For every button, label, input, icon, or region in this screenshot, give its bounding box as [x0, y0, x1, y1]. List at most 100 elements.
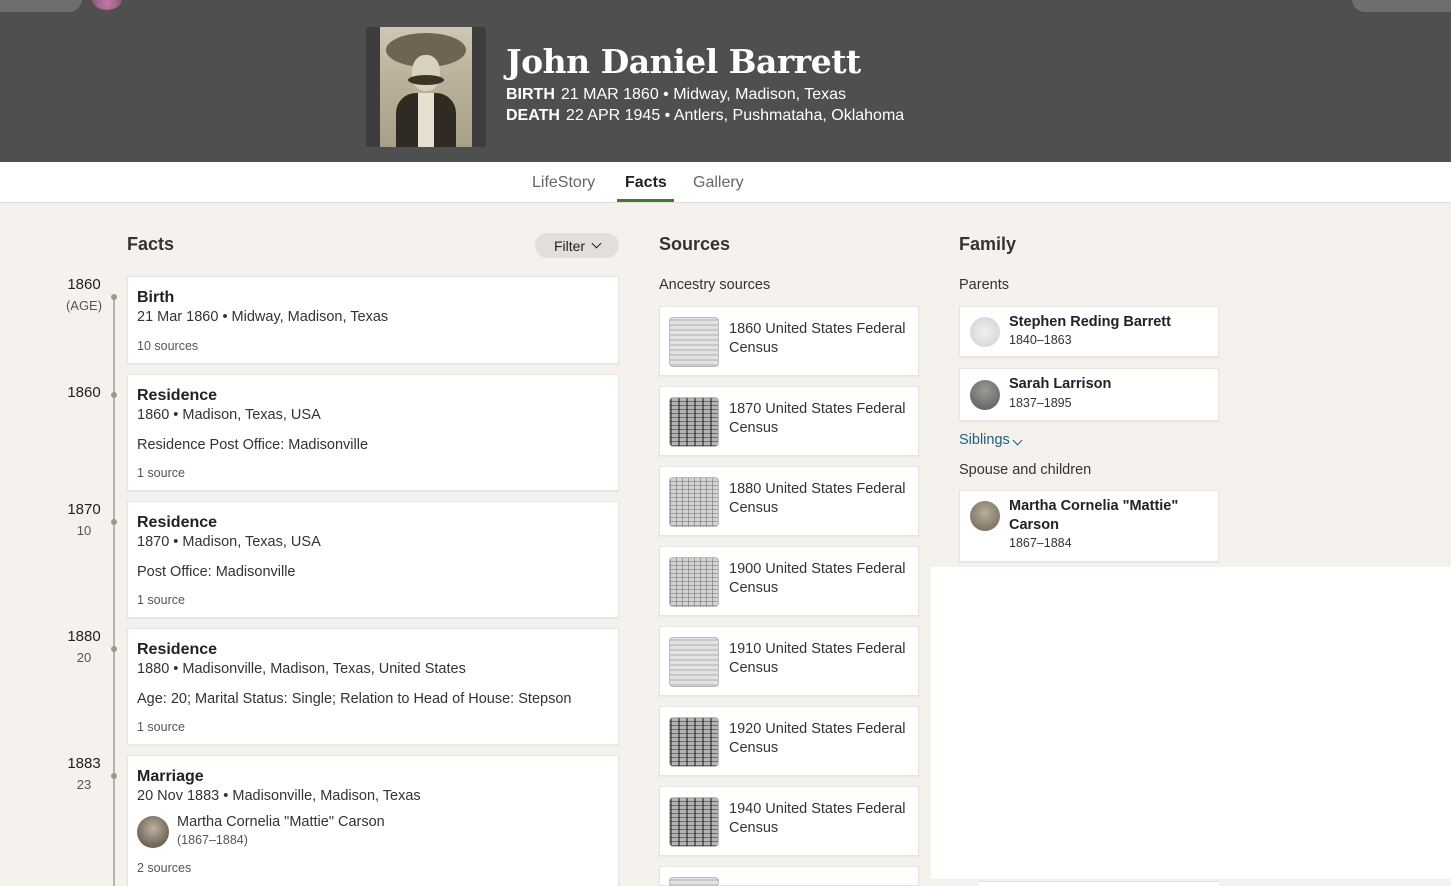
fact-date-place: 1870 • Madison, Texas, USA — [137, 534, 321, 550]
parent-card[interactable]: Sarah Larrison 1837–1895 — [959, 368, 1219, 421]
fact-card-residence[interactable]: Residence 1870 • Madison, Texas, USA Pos… — [127, 501, 619, 618]
parent-dates: 1837–1895 — [1009, 396, 1072, 410]
census-record-thumbnail — [669, 477, 719, 527]
timeline-dot — [111, 773, 117, 779]
death-summary: DEATH 22 APR 1945 • Antlers, Pushmataha, … — [506, 107, 904, 125]
fact-detail: Residence Post Office: Madisonville — [137, 437, 369, 453]
census-record-thumbnail — [669, 317, 719, 367]
chevron-down-icon — [1012, 435, 1023, 446]
source-card[interactable]: 1870 United States Federal Census — [659, 386, 919, 456]
timeline-dot — [111, 646, 117, 652]
source-title: 1860 United States Federal Census — [729, 321, 906, 356]
fact-card-marriage[interactable]: Marriage 20 Nov 1883 • Madisonville, Mad… — [127, 755, 619, 886]
spouse-dates: (1867–1884) — [177, 833, 248, 847]
birth-label: BIRTH — [506, 86, 555, 103]
fact-source-count[interactable]: 10 sources — [137, 339, 198, 353]
timeline-year: 1880 — [67, 628, 101, 645]
spouse-link[interactable]: Martha Cornelia "Mattie" Carson — [177, 814, 385, 830]
timeline-year: 1860 — [67, 384, 101, 401]
tab-bar: LifeStory Facts Gallery — [0, 162, 1451, 203]
fact-detail: Age: 20; Marital Status: Single; Relatio… — [137, 691, 572, 707]
fact-date-place: 21 Mar 1860 • Midway, Madison, Texas — [137, 309, 389, 325]
birth-value: 21 MAR 1860 • Midway, Madison, Texas — [560, 86, 847, 103]
source-card[interactable]: 1920 United States Federal Census — [659, 706, 919, 776]
source-title: 1880 United States Federal Census — [729, 481, 906, 516]
parent-avatar — [970, 380, 1000, 410]
fact-source-count[interactable]: 1 source — [137, 593, 185, 607]
timeline-age: 23 — [76, 777, 92, 792]
source-title: 1910 United States Federal Census — [729, 641, 906, 676]
filter-label: Filter — [553, 237, 586, 254]
spouse-name: Martha Cornelia "Mattie" Carson — [1009, 498, 1179, 533]
timeline-dot — [111, 519, 117, 525]
timeline-dot — [111, 392, 117, 398]
census-record-thumbnail — [669, 877, 719, 886]
fact-source-count[interactable]: 2 sources — [137, 861, 191, 875]
fact-source-count[interactable]: 1 source — [137, 720, 185, 734]
census-record-thumbnail — [669, 637, 719, 687]
fact-date-place: 20 Nov 1883 • Madisonville, Madison, Tex… — [137, 788, 421, 804]
profile-photo[interactable] — [366, 27, 486, 147]
siblings-label: Siblings — [959, 432, 1010, 448]
timeline-age: 10 — [76, 523, 92, 538]
search-button[interactable] — [0, 0, 82, 12]
timeline-year: 1883 — [67, 755, 101, 772]
source-card[interactable]: 1860 United States Federal Census — [659, 306, 919, 376]
source-title: 1900 United States Federal Census — [729, 561, 906, 596]
parent-avatar — [970, 317, 1000, 347]
fact-detail: Post Office: Madisonville — [137, 564, 296, 580]
sources-title: Sources — [659, 234, 731, 254]
siblings-toggle[interactable]: Siblings — [959, 432, 1023, 448]
spouse-card[interactable]: Martha Cornelia "Mattie" Carson 1867–188… — [959, 490, 1219, 562]
chevron-down-icon — [591, 238, 602, 249]
fact-title: Residence — [137, 387, 218, 404]
family-title: Family — [959, 234, 1017, 254]
fact-card-birth[interactable]: Birth 21 Mar 1860 • Midway, Madison, Tex… — [127, 276, 619, 364]
fact-card-residence[interactable]: Residence 1860 • Madison, Texas, USA Res… — [127, 374, 619, 491]
user-avatar[interactable] — [92, 0, 122, 10]
parent-name: Sarah Larrison — [1009, 376, 1112, 392]
death-value: 22 APR 1945 • Antlers, Pushmataha, Oklah… — [565, 107, 905, 124]
source-card[interactable]: 1940 United States Federal Census — [659, 786, 919, 856]
fact-title: Residence — [137, 641, 218, 658]
timeline-age: (AGE) — [65, 298, 103, 313]
spouse-avatar — [970, 501, 1000, 531]
source-card[interactable] — [659, 866, 919, 886]
tab-gallery[interactable]: Gallery — [693, 174, 744, 192]
parent-dates: 1840–1863 — [1009, 333, 1072, 347]
spouse-avatar[interactable] — [137, 816, 169, 848]
person-name: John Daniel Barrett — [506, 42, 861, 81]
search-button-right[interactable] — [1352, 0, 1451, 12]
timeline-age: 20 — [76, 650, 92, 665]
timeline-year: 1870 — [67, 501, 101, 518]
parent-card[interactable]: Stephen Reding Barrett 1840–1863 — [959, 306, 1219, 357]
family-card-partial — [979, 881, 1219, 886]
facts-title: Facts — [127, 234, 175, 254]
blank-overlay-panel — [931, 567, 1451, 879]
timeline-dot — [111, 294, 117, 300]
tab-lifestory[interactable]: LifeStory — [532, 174, 595, 192]
fact-source-count[interactable]: 1 source — [137, 466, 185, 480]
person-header: John Daniel Barrett BIRTH 21 MAR 1860 • M… — [0, 0, 1451, 162]
tab-facts[interactable]: Facts — [625, 174, 667, 192]
portrait-image — [380, 27, 472, 147]
death-label: DEATH — [506, 107, 560, 124]
timeline-line — [113, 296, 115, 886]
fact-date-place: 1860 • Madison, Texas, USA — [137, 407, 321, 423]
spouse-children-label: Spouse and children — [959, 462, 1092, 478]
timeline-year: 1860 — [67, 276, 101, 293]
fact-card-residence[interactable]: Residence 1880 • Madisonville, Madison, … — [127, 628, 619, 745]
source-card[interactable]: 1910 United States Federal Census — [659, 626, 919, 696]
fact-date-place: 1880 • Madisonville, Madison, Texas, Uni… — [137, 661, 466, 677]
filter-button[interactable]: Filter — [535, 233, 619, 258]
spouse-dates: 1867–1884 — [1009, 536, 1072, 550]
census-record-thumbnail — [669, 717, 719, 767]
source-card[interactable]: 1880 United States Federal Census — [659, 466, 919, 536]
source-card[interactable]: 1900 United States Federal Census — [659, 546, 919, 616]
census-record-thumbnail — [669, 397, 719, 447]
census-record-thumbnail — [669, 557, 719, 607]
source-title: 1920 United States Federal Census — [729, 721, 906, 756]
source-title: 1870 United States Federal Census — [729, 401, 906, 436]
active-tab-indicator — [617, 199, 674, 202]
census-record-thumbnail — [669, 797, 719, 847]
